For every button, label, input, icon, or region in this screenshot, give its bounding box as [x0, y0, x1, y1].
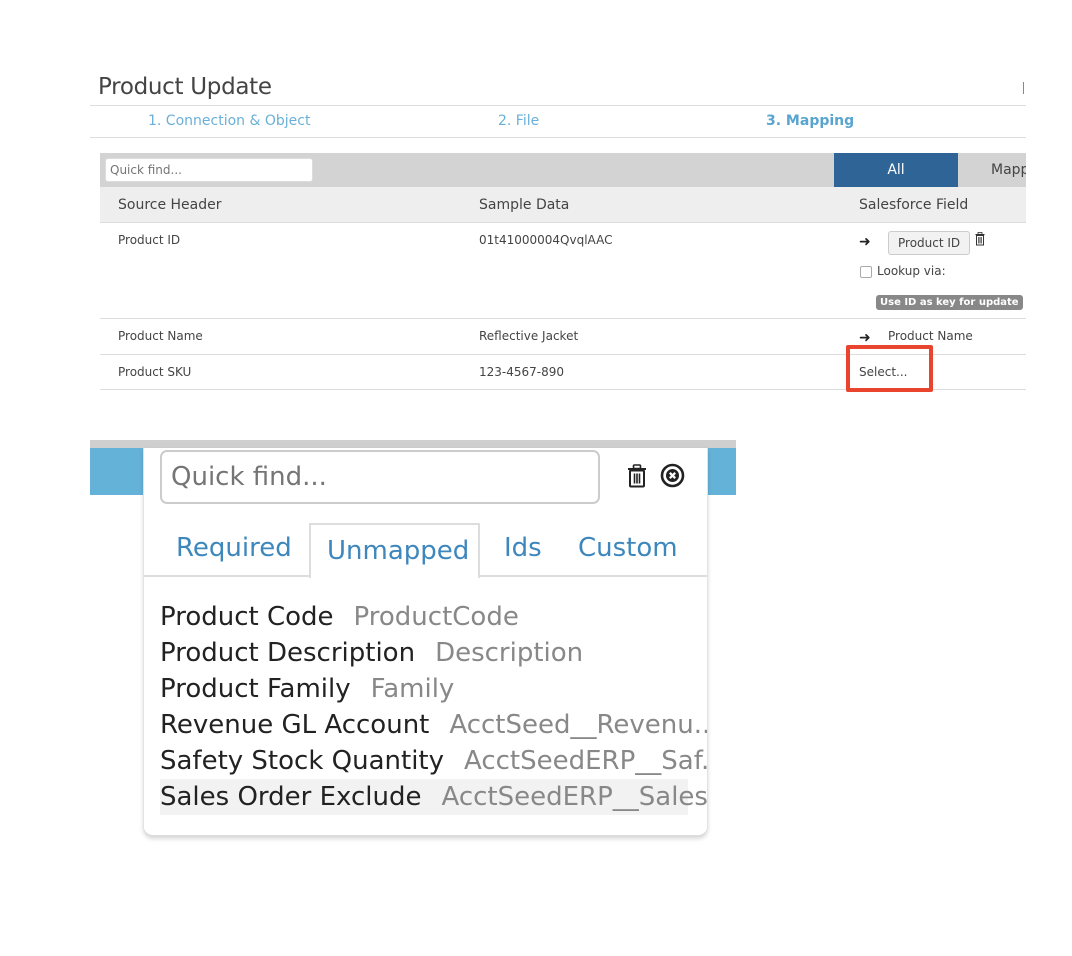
tab-unmapped[interactable]: Unmapped [327, 536, 469, 566]
field-picker-panel: Required Unmapped Ids Custom Product Cod… [143, 448, 708, 837]
sample-data-cell: Reflective Jacket [479, 329, 579, 343]
tab-custom[interactable]: Custom [578, 533, 678, 563]
lookup-checkbox[interactable] [860, 266, 872, 278]
field-api-name: Family [370, 674, 455, 704]
salesforce-field-value[interactable]: Product Name [888, 329, 973, 343]
field-api-name: AcctSeedERP__Sales... [441, 782, 708, 812]
annotation-highlight-box [846, 345, 933, 392]
lookup-label: Lookup via: [877, 264, 946, 278]
field-quick-find-input[interactable] [160, 450, 600, 504]
close-circle-icon[interactable] [660, 463, 685, 488]
tab-ids[interactable]: Ids [504, 533, 542, 563]
column-salesforce-field: Salesforce Field [859, 197, 969, 213]
sample-data-cell: 123-4567-890 [479, 365, 565, 379]
column-sample-data: Sample Data [479, 197, 570, 213]
field-label: Product Description [160, 638, 416, 668]
trash-icon[interactable] [627, 464, 647, 488]
source-header-cell: Product ID [118, 233, 181, 247]
list-item[interactable]: Revenue GL Account AcctSeed__Revenu... [160, 707, 707, 743]
column-source-header: Source Header [118, 197, 222, 213]
sample-data-cell: 01t41000004QvqlAAC [479, 233, 613, 247]
mapping-toolbar: All Mapped [100, 153, 1026, 187]
trash-icon[interactable] [975, 232, 985, 246]
list-item[interactable]: Product Code ProductCode [160, 599, 688, 635]
field-label: Revenue GL Account [160, 710, 430, 740]
arrow-right-icon: ➜ [859, 330, 871, 346]
table-row: Product ID 01t41000004QvqlAAC ➜ Product … [100, 223, 1026, 319]
arrow-right-icon: ➜ [859, 234, 871, 250]
scrolled-partial-item [160, 578, 688, 596]
wizard-steps: 1. Connection & Object 2. File 3. Mappin… [90, 106, 1026, 138]
salesforce-field-button[interactable]: Product ID [888, 231, 971, 255]
field-label: Sales Order Exclude [160, 782, 422, 812]
step-connection-object[interactable]: 1. Connection & Object [148, 113, 310, 129]
tab-required[interactable]: Required [176, 533, 292, 563]
id-key-badge: Use ID as key for update [876, 295, 1023, 310]
field-label: Product Code [160, 602, 334, 632]
field-api-name: AcctSeed__Revenu... [449, 710, 708, 740]
filter-mapped-button[interactable]: Mapped [958, 153, 1026, 187]
background-strip [90, 440, 736, 448]
field-label: Safety Stock Quantity [160, 746, 445, 776]
truncated-toolbar-glyph [1023, 82, 1024, 94]
step-file[interactable]: 2. File [498, 113, 539, 129]
step-mapping[interactable]: 3. Mapping [766, 113, 854, 129]
page-title: Product Update [98, 74, 272, 100]
list-item[interactable]: Product Description Description [160, 635, 688, 671]
list-item-hovered[interactable]: Sales Order Exclude AcctSeedERP__Sales... [160, 779, 707, 815]
field-api-name: ProductCode [353, 602, 519, 632]
source-header-cell: Product Name [118, 329, 203, 343]
table-header: Source Header Sample Data Salesforce Fie… [100, 187, 1026, 223]
filter-all-button[interactable]: All [834, 153, 958, 187]
list-item[interactable]: Product Family Family [160, 671, 688, 707]
field-label: Product Family [160, 674, 351, 704]
quick-find-input[interactable] [105, 158, 313, 182]
field-api-name: AcctSeedERP__Saf... [464, 746, 708, 776]
field-api-name: Description [435, 638, 584, 668]
list-item[interactable]: Safety Stock Quantity AcctSeedERP__Saf... [160, 743, 707, 779]
source-header-cell: Product SKU [118, 365, 192, 379]
